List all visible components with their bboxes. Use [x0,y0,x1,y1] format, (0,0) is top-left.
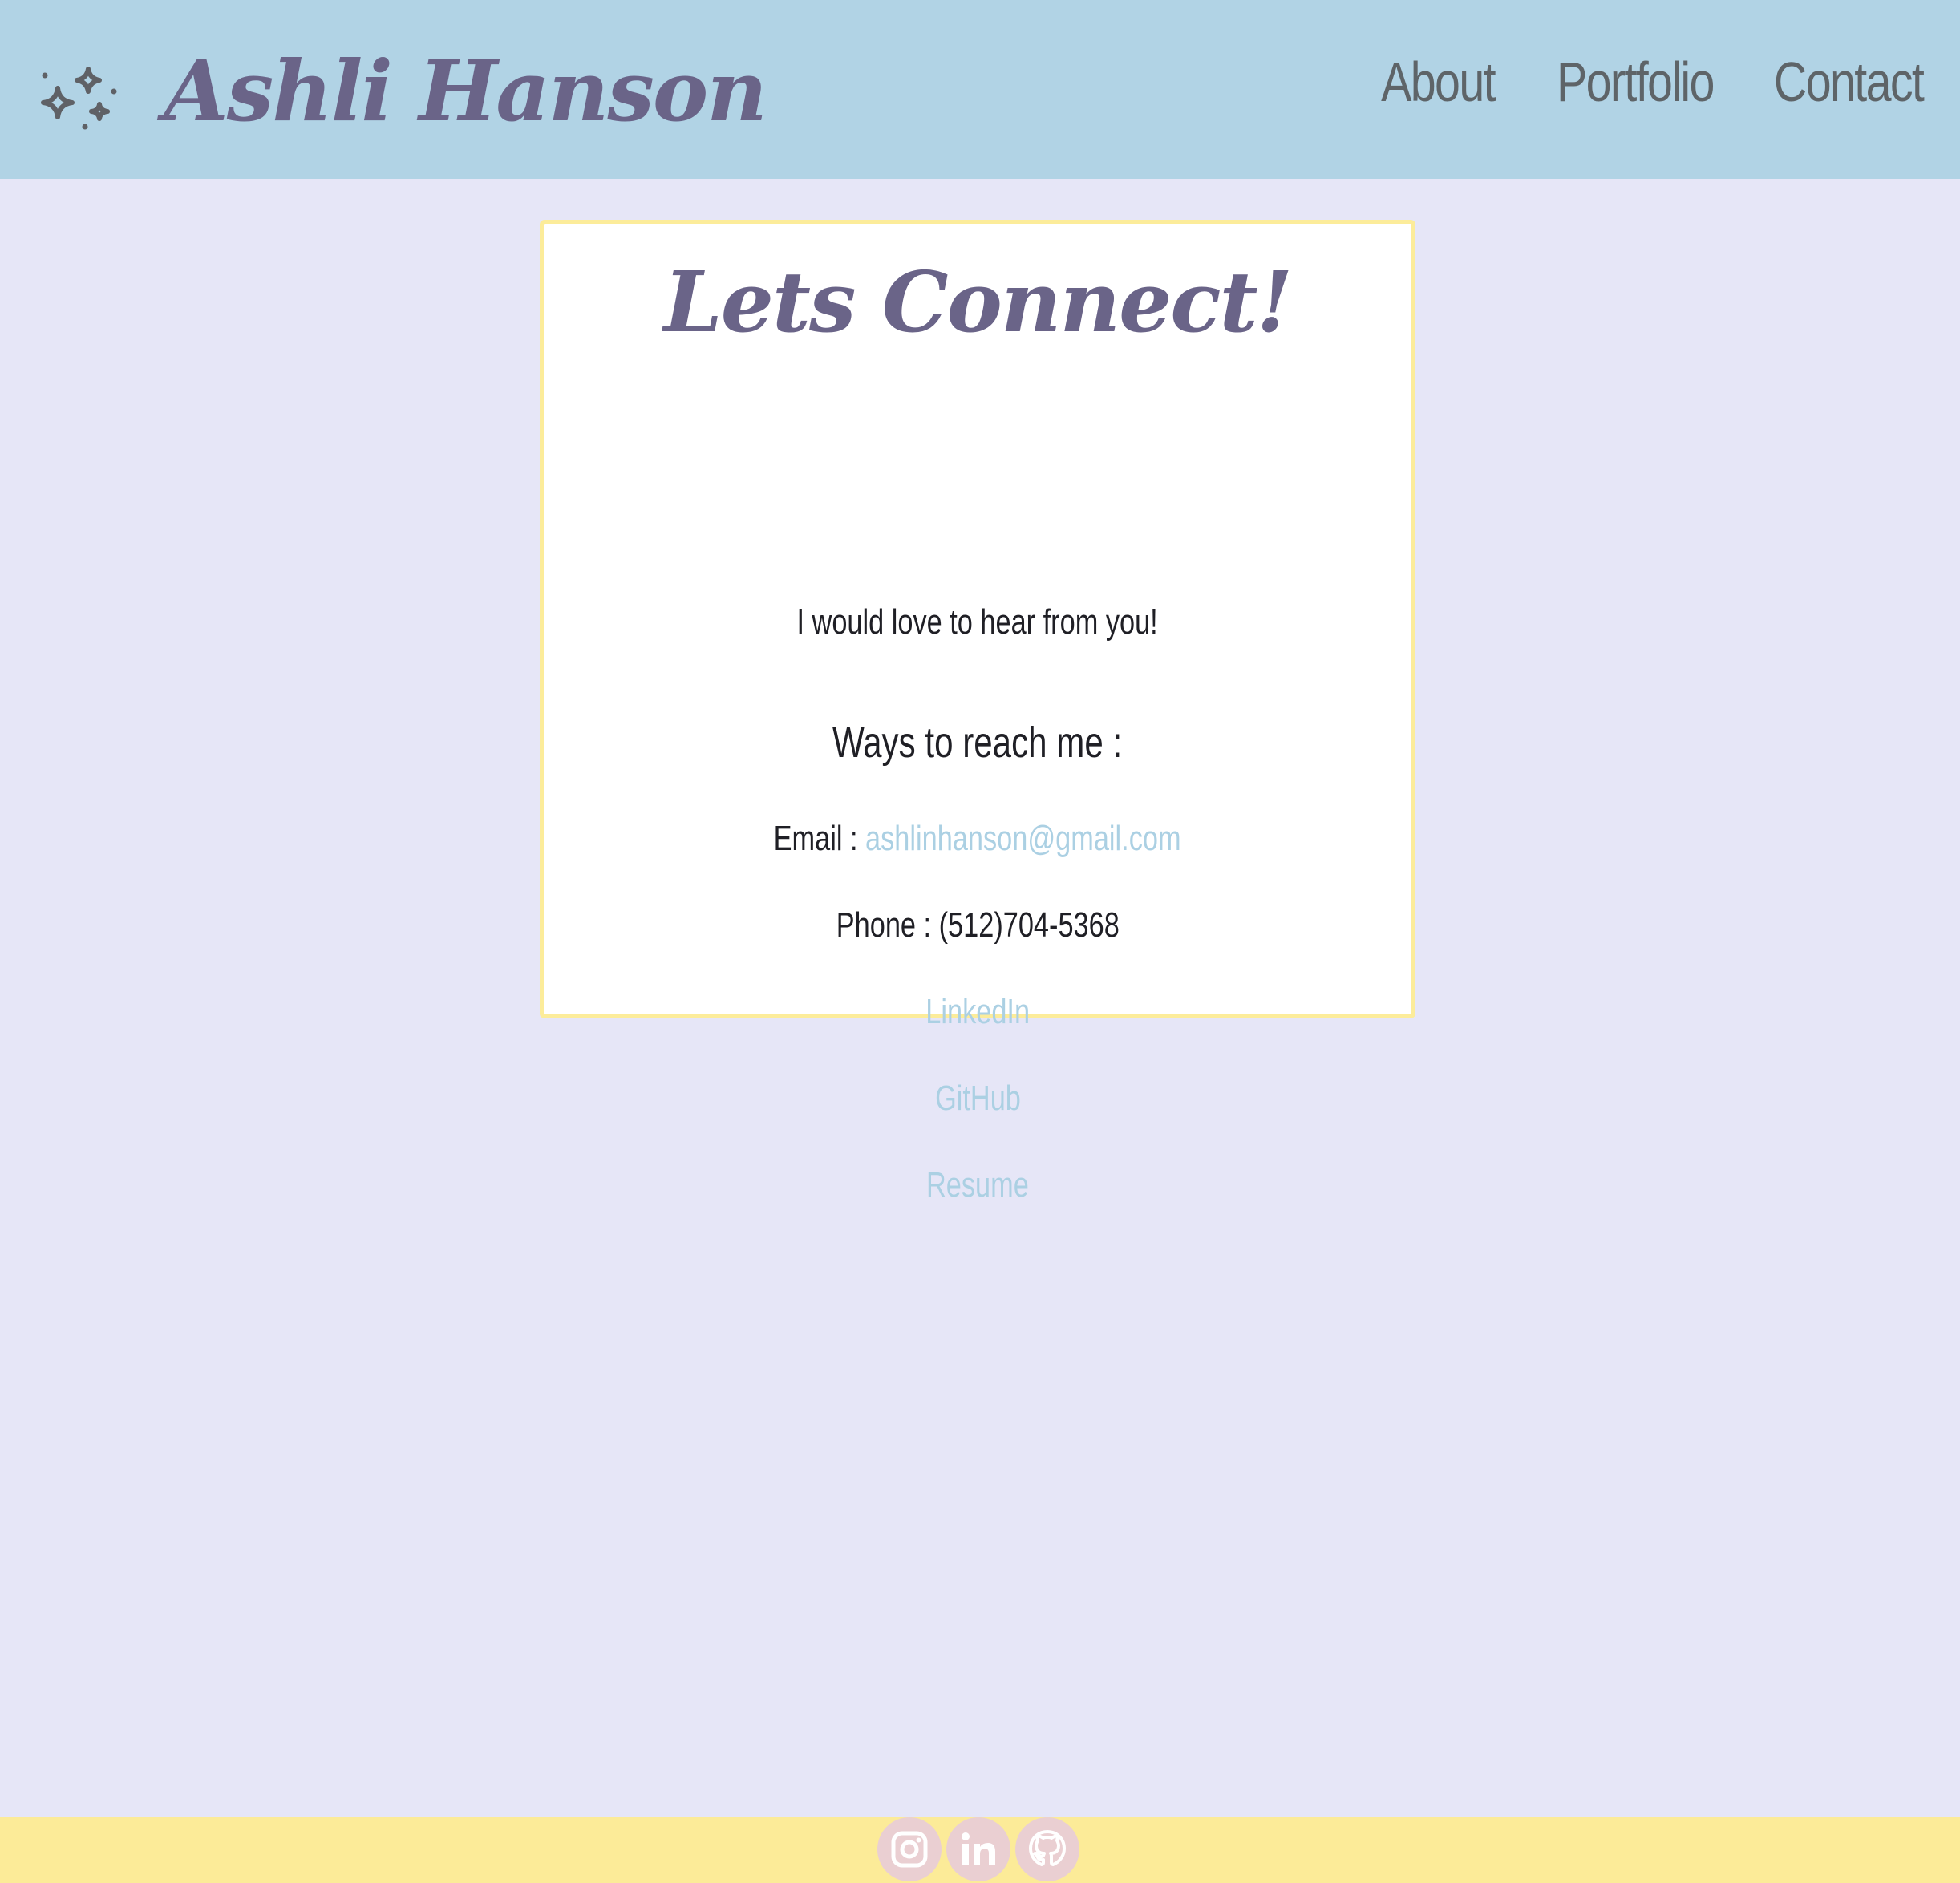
linkedin-link[interactable]: LinkedIn [925,992,1030,1031]
reach-heading: Ways to reach me : [544,718,1411,767]
phone-label: Phone : [836,905,939,945]
page-title: Lets Connect! [663,253,1294,351]
github-icon [1029,1830,1066,1866]
email-link[interactable]: ashlinhanson@gmail.com [865,819,1180,858]
brand[interactable]: Ashli Hanson [30,22,767,159]
instagram-button[interactable] [877,1817,942,1881]
subtitle-text: I would love to hear from you! [796,602,1159,642]
site-header: Ashli Hanson About Portfolio Contact [0,0,1960,179]
linkedin-icon [962,1832,995,1865]
nav-about[interactable]: About [1381,50,1496,114]
brand-name: Ashli Hanson [164,41,767,140]
instagram-icon [891,1831,928,1868]
reach-heading-text: Ways to reach me : [832,719,1123,767]
subtitle: I would love to hear from you! [544,602,1411,642]
nav-portfolio[interactable]: Portfolio [1557,50,1715,114]
linkedin-button[interactable] [946,1817,1010,1881]
phone-row: Phone : (512)704-5368 [544,905,1411,946]
social-links [877,1817,1079,1881]
github-link[interactable]: GitHub [935,1079,1021,1118]
github-row: GitHub [544,1079,1411,1119]
resume-link[interactable]: Resume [926,1165,1029,1205]
main-nav: About Portfolio Contact [1356,50,1925,114]
contact-card: Lets Connect! I would love to hear from … [540,220,1415,1205]
resume-row: Resume [544,1165,1411,1205]
sparkles-icon [41,67,117,130]
nav-contact[interactable]: Contact [1774,50,1925,114]
linkedin-row: LinkedIn [544,992,1411,1032]
email-row: Email : ashlinhanson@gmail.com [544,819,1411,859]
phone-value: (512)704-5368 [938,905,1120,945]
github-button[interactable] [1015,1817,1079,1881]
email-label: Email : [774,819,866,858]
